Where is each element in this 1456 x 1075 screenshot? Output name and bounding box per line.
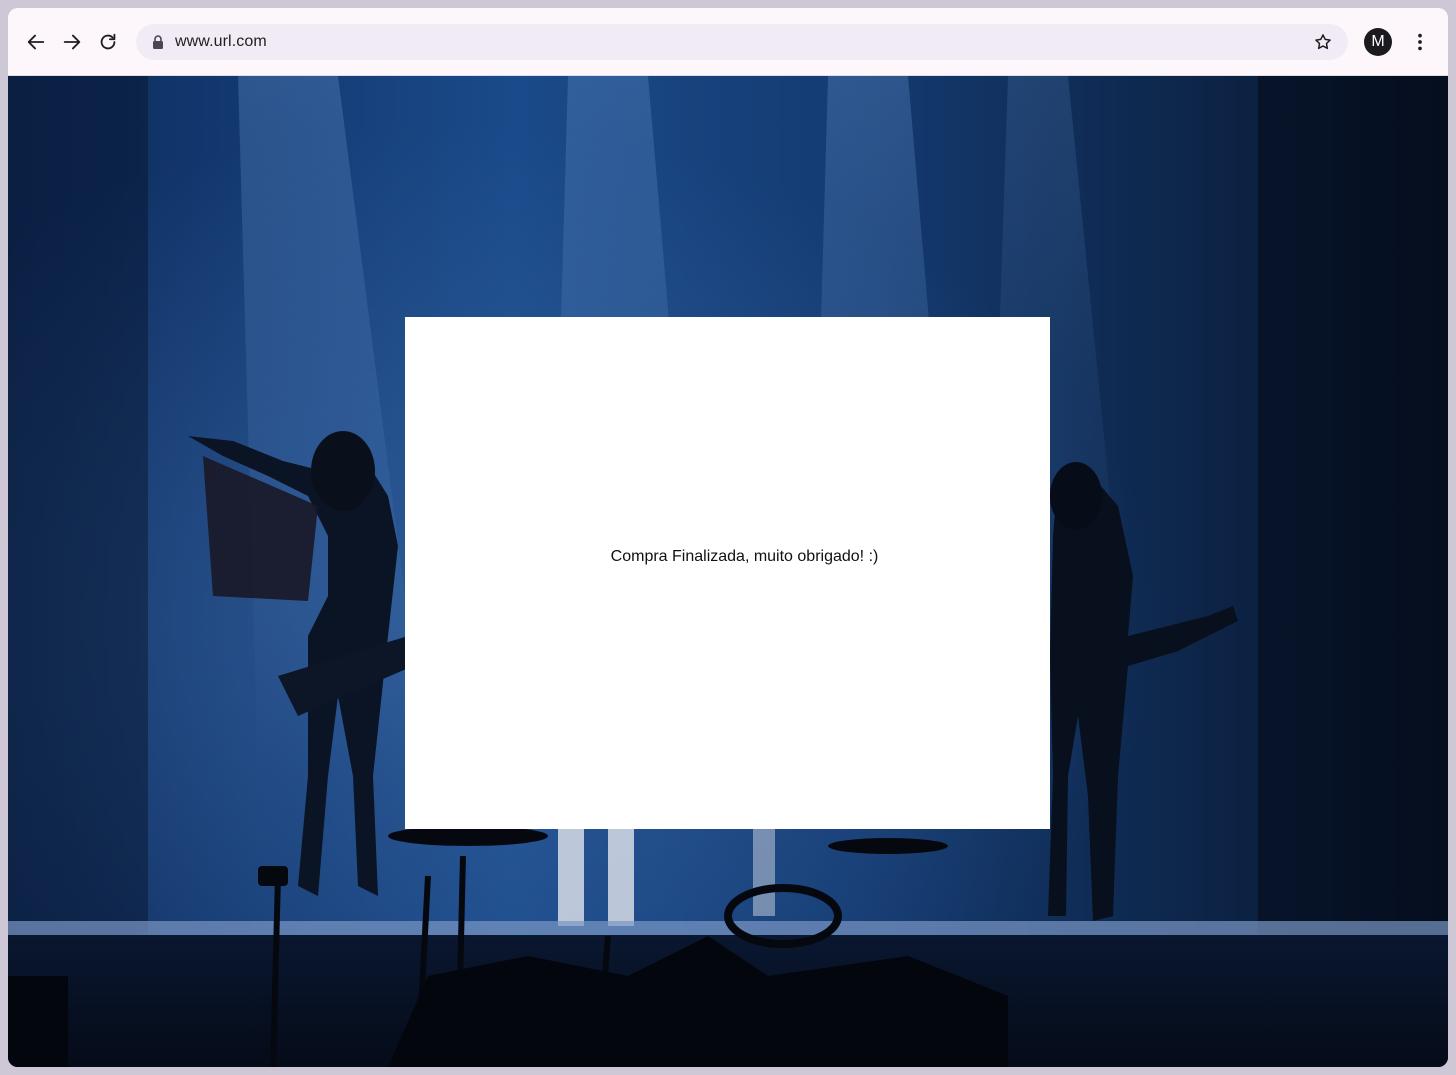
browser-toolbar: www.url.com M bbox=[8, 8, 1448, 76]
back-button[interactable] bbox=[20, 26, 52, 58]
lock-icon bbox=[153, 35, 163, 49]
reload-icon bbox=[100, 33, 116, 50]
bookmark-button[interactable] bbox=[1312, 31, 1334, 53]
reload-button[interactable] bbox=[92, 26, 124, 58]
star-icon bbox=[1315, 34, 1331, 50]
page-viewport: Compra Finalizada, muito obrigado! :) bbox=[8, 76, 1448, 1067]
more-vert-icon bbox=[1418, 33, 1422, 51]
browser-menu-button[interactable] bbox=[1406, 28, 1434, 56]
arrow-left-icon bbox=[27, 34, 45, 50]
arrow-right-icon bbox=[63, 34, 81, 50]
url-text[interactable]: www.url.com bbox=[175, 33, 267, 51]
confirmation-message: Compra Finalizada, muito obrigado! :) bbox=[610, 548, 879, 565]
purchase-confirmation-dialog: Compra Finalizada, muito obrigado! :) bbox=[405, 317, 1050, 829]
profile-avatar[interactable]: M bbox=[1364, 28, 1392, 56]
browser-window: www.url.com M Compra Finalizada, muito o… bbox=[8, 8, 1448, 1067]
address-bar[interactable]: www.url.com bbox=[136, 24, 1348, 60]
forward-button[interactable] bbox=[56, 26, 88, 58]
